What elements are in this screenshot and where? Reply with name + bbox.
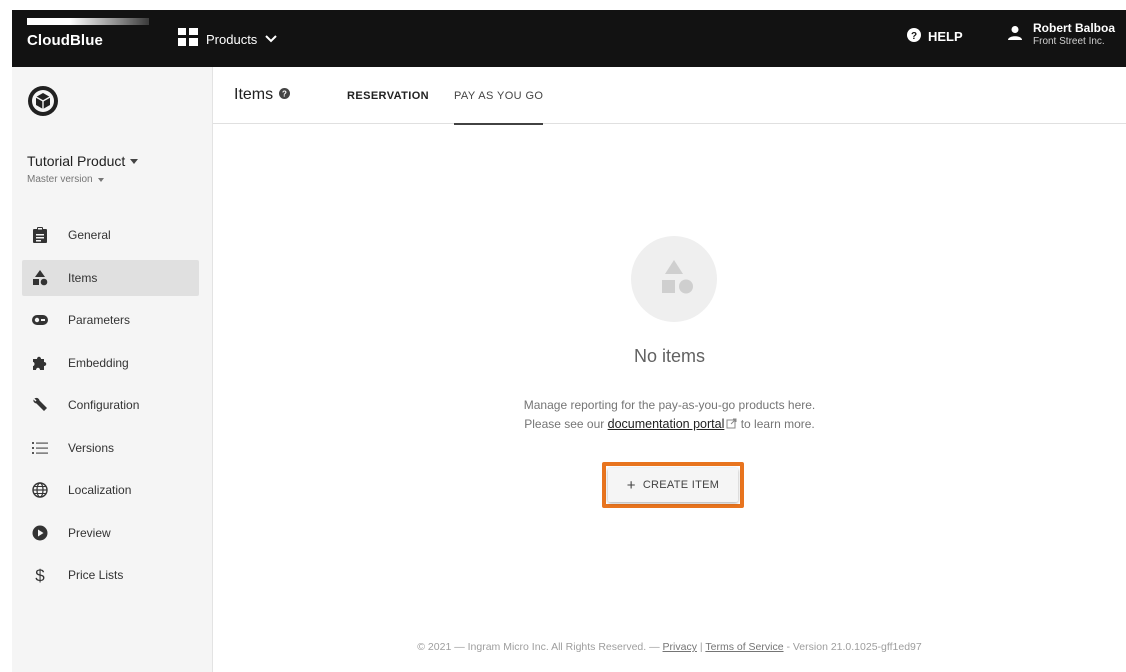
footer-separator: | bbox=[699, 641, 703, 653]
product-name: Tutorial Product bbox=[27, 153, 126, 169]
user-name: Robert Balboa bbox=[1033, 21, 1116, 35]
plus-icon: + bbox=[626, 476, 636, 494]
sidebar-item-price-lists[interactable]: $ Price Lists bbox=[22, 557, 199, 593]
svg-text:?: ? bbox=[282, 90, 287, 99]
sidebar: Tutorial Product Master version General bbox=[12, 67, 213, 672]
sidebar-item-items[interactable]: Items bbox=[22, 259, 199, 296]
caret-down-icon bbox=[97, 177, 104, 182]
svg-text:$: $ bbox=[35, 566, 45, 584]
sidebar-item-label: Versions bbox=[68, 440, 115, 455]
chevron-down-icon bbox=[265, 30, 278, 48]
dollar-icon: $ bbox=[32, 566, 48, 584]
product-version: Master version bbox=[27, 174, 93, 185]
documentation-portal-link[interactable]: documentation portal bbox=[608, 417, 725, 431]
sidebar-item-versions[interactable]: Versions bbox=[22, 430, 199, 466]
user-company: Front Street Inc. bbox=[1033, 36, 1105, 47]
sidebar-item-label: General bbox=[68, 228, 111, 242]
list-numbered-icon bbox=[32, 440, 48, 456]
sidebar-item-label: Configuration bbox=[68, 398, 140, 412]
user-menu[interactable]: Robert Balboa Front Street Inc. bbox=[1007, 22, 1115, 48]
sidebar-item-label: Embedding bbox=[68, 355, 129, 370]
line2-suffix: to learn more. bbox=[740, 417, 815, 431]
sidebar-item-general[interactable]: General bbox=[22, 217, 199, 253]
sidebar-item-configuration[interactable]: Configuration bbox=[22, 387, 199, 423]
privacy-link[interactable]: Privacy bbox=[663, 641, 697, 653]
help-label: HELP bbox=[928, 29, 963, 44]
globe-icon bbox=[32, 482, 48, 498]
create-item-label: CREATE ITEM bbox=[642, 479, 720, 491]
sidebar-item-label: Items bbox=[68, 270, 98, 285]
empty-state-shapes-icon bbox=[631, 236, 717, 322]
caret-down-icon bbox=[130, 158, 139, 164]
top-bar: CloudBlue Products ? HELP Robert Balboa … bbox=[12, 10, 1126, 67]
person-icon bbox=[1007, 25, 1023, 46]
main-header: Items ? RESERVATION PAY AS YOU GO bbox=[213, 67, 1126, 125]
create-item-button[interactable]: + CREATE ITEM bbox=[608, 468, 738, 502]
cloudblue-logo[interactable]: CloudBlue bbox=[27, 18, 157, 58]
puzzle-icon bbox=[32, 355, 48, 371]
tab-reservation[interactable]: RESERVATION bbox=[347, 67, 429, 124]
page-title: Items ? bbox=[234, 86, 291, 104]
footer: © 2021 — Ingram Micro Inc. All Rights Re… bbox=[213, 641, 1126, 653]
sidebar-item-label: Localization bbox=[68, 483, 132, 497]
footer-copyright: © 2021 — Ingram Micro Inc. All Rights Re… bbox=[417, 641, 660, 653]
products-label: Products bbox=[206, 31, 258, 47]
terms-of-service-link[interactable]: Terms of Service bbox=[705, 641, 783, 653]
toggle-icon bbox=[32, 312, 48, 328]
footer-version: - Version 21.0.1025-gff1ed97 bbox=[786, 641, 922, 653]
logo-stripe bbox=[27, 18, 149, 25]
empty-state-description: Manage reporting for the pay-as-you-go p… bbox=[213, 396, 1126, 435]
products-menu[interactable]: Products bbox=[178, 25, 278, 53]
sidebar-item-label: Price Lists bbox=[68, 568, 124, 582]
empty-state-line2: Please see our documentation portal to l… bbox=[213, 415, 1126, 435]
external-link-icon bbox=[726, 416, 737, 435]
play-icon bbox=[32, 525, 48, 541]
version-selector[interactable]: Master version bbox=[27, 174, 104, 185]
logo-text: CloudBlue bbox=[27, 32, 103, 49]
product-logo-icon bbox=[27, 85, 59, 117]
empty-state-line1: Manage reporting for the pay-as-you-go p… bbox=[523, 398, 816, 412]
empty-state-title: No items bbox=[633, 346, 705, 366]
tab-pay-as-you-go[interactable]: PAY AS YOU GO bbox=[454, 67, 544, 125]
page-title-text: Items bbox=[234, 86, 274, 103]
sidebar-item-embedding[interactable]: Embedding bbox=[22, 345, 199, 381]
sidebar-nav: General Items Parameters Embedding Confi… bbox=[22, 217, 199, 600]
shapes-icon bbox=[32, 269, 48, 286]
help-icon: ? bbox=[907, 28, 921, 45]
sidebar-item-label: Preview bbox=[68, 525, 111, 540]
help-button[interactable]: ? HELP bbox=[907, 28, 963, 45]
sidebar-item-localization[interactable]: Localization bbox=[22, 472, 199, 508]
product-selector[interactable]: Tutorial Product bbox=[27, 153, 139, 169]
help-circle-icon[interactable]: ? bbox=[279, 86, 291, 104]
sidebar-item-parameters[interactable]: Parameters bbox=[22, 302, 199, 338]
line2-prefix: Please see our bbox=[524, 417, 605, 431]
clipboard-icon bbox=[32, 227, 48, 243]
svg-text:?: ? bbox=[911, 31, 917, 42]
sidebar-item-preview[interactable]: Preview bbox=[22, 515, 199, 551]
products-grid-icon bbox=[178, 27, 198, 51]
wrench-icon bbox=[32, 397, 48, 413]
sidebar-item-label: Parameters bbox=[68, 313, 131, 327]
